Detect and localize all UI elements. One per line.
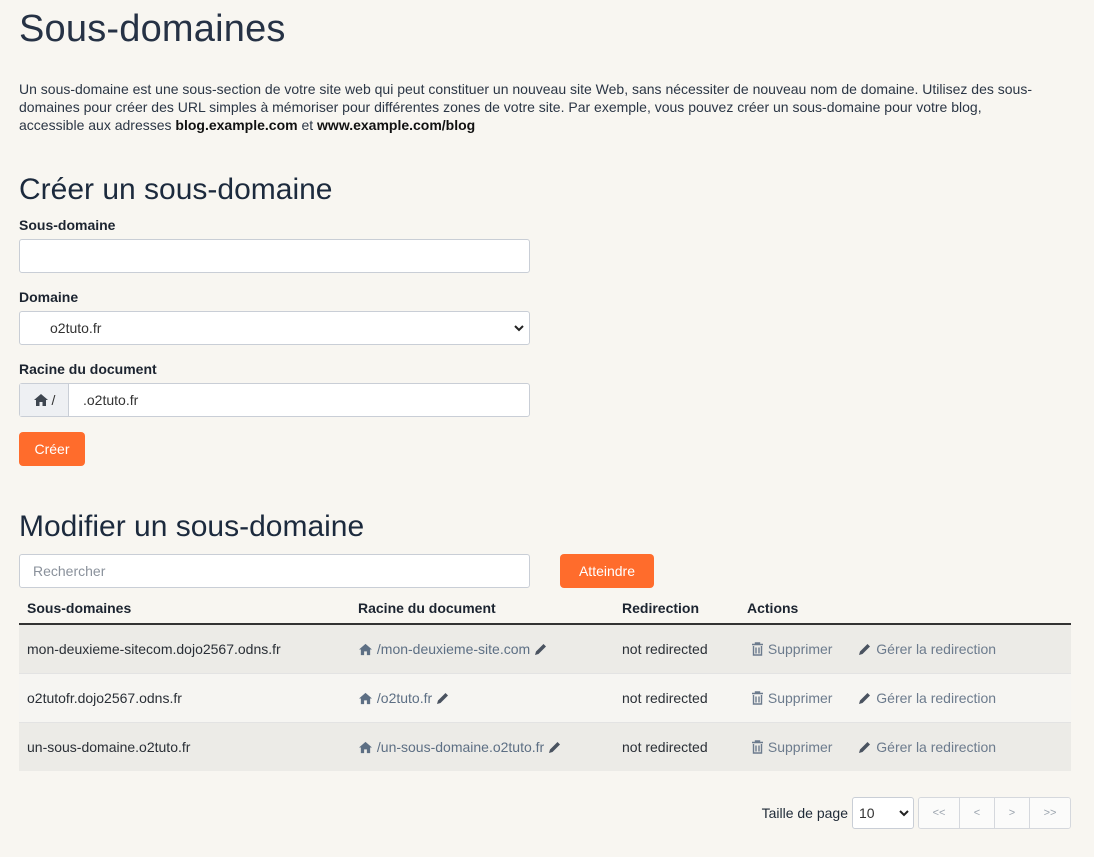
manage-redirect-button[interactable]: Gérer la redirection xyxy=(858,641,996,657)
delete-label: Supprimer xyxy=(767,641,833,657)
intro-and: et xyxy=(297,117,318,133)
pencil-icon[interactable] xyxy=(548,740,562,754)
pencil-icon xyxy=(859,693,871,704)
docroot-label: Racine du document xyxy=(19,361,157,377)
docroot-link[interactable]: /un-sous-domaine.o2tuto.fr xyxy=(358,739,548,755)
subdomain-cell: o2tutofr.dojo2567.odns.fr xyxy=(19,673,350,723)
pencil-icon xyxy=(859,644,871,655)
intro-example1: blog.example.com xyxy=(175,117,298,133)
docroot-input[interactable]: / .o2tuto.fr xyxy=(19,383,530,417)
column-header-redirection[interactable]: Redirection xyxy=(614,593,739,625)
redirection-cell: not redirected xyxy=(614,623,739,674)
manage-redirect-button[interactable]: Gérer la redirection xyxy=(858,739,996,755)
home-icon xyxy=(33,394,48,406)
chevron-down-icon xyxy=(514,325,524,332)
actions-cell: Supprimer Gérer la redirection xyxy=(739,673,1071,723)
pagination: Taille de page 10 << < > >> xyxy=(762,797,1071,829)
actions-cell: Supprimer Gérer la redirection xyxy=(739,722,1071,771)
delete-button[interactable]: Supprimer xyxy=(751,739,836,755)
docroot-link[interactable]: /mon-deuxieme-site.com xyxy=(358,641,534,657)
table-row: un-sous-domaine.o2tuto.fr /un-sous-domai… xyxy=(19,722,1071,771)
column-header-subdomains[interactable]: Sous-domaines xyxy=(19,593,350,625)
prev-page-button[interactable]: < xyxy=(959,798,994,828)
manage-redirect-button[interactable]: Gérer la redirection xyxy=(858,690,996,706)
pencil-icon xyxy=(859,742,871,753)
create-button[interactable]: Créer xyxy=(19,432,85,466)
home-icon xyxy=(359,741,372,754)
delete-button[interactable]: Supprimer xyxy=(751,641,836,657)
table-row: o2tutofr.dojo2567.odns.fr /o2tuto.fr not… xyxy=(19,673,1071,723)
domain-select-value: o2tuto.fr xyxy=(50,320,102,336)
first-page-button[interactable]: << xyxy=(919,798,959,828)
chevron-down-icon xyxy=(899,810,909,817)
subdomain-label: Sous-domaine xyxy=(19,217,116,233)
delete-label: Supprimer xyxy=(767,690,833,706)
docroot-cell: /un-sous-domaine.o2tuto.fr xyxy=(350,722,614,771)
delete-label: Supprimer xyxy=(767,739,833,755)
intro-part1: Un sous-domaine est une sous-section de … xyxy=(19,81,1032,133)
redirection-cell: not redirected xyxy=(614,722,739,771)
pager-buttons: << < > >> xyxy=(918,797,1071,829)
next-page-button[interactable]: > xyxy=(994,798,1029,828)
page-size-value: 10 xyxy=(859,805,875,821)
docroot-prefix: / xyxy=(20,384,69,416)
docroot-path: /mon-deuxieme-site.com xyxy=(376,641,531,657)
docroot-link[interactable]: /o2tuto.fr xyxy=(358,690,436,706)
modify-heading: Modifier un sous-domaine xyxy=(19,510,365,543)
actions-cell: Supprimer Gérer la redirection xyxy=(739,623,1071,674)
column-header-actions: Actions xyxy=(739,593,1071,625)
docroot-path: /un-sous-domaine.o2tuto.fr xyxy=(376,739,545,755)
domain-label: Domaine xyxy=(19,289,79,305)
manage-redirect-label: Gérer la redirection xyxy=(876,641,997,657)
table-row: mon-deuxieme-sitecom.dojo2567.odns.fr /m… xyxy=(19,623,1071,674)
manage-redirect-label: Gérer la redirection xyxy=(876,690,997,706)
trash-icon xyxy=(752,642,763,656)
domain-select[interactable]: o2tuto.fr xyxy=(19,311,530,345)
docroot-path: /o2tuto.fr xyxy=(376,690,433,706)
search-input[interactable]: Rechercher xyxy=(19,554,530,588)
create-heading: Créer un sous-domaine xyxy=(19,173,333,206)
home-icon xyxy=(359,643,372,656)
manage-redirect-label: Gérer la redirection xyxy=(876,739,997,755)
subdomain-cell: un-sous-domaine.o2tuto.fr xyxy=(19,722,350,771)
docroot-value: .o2tuto.fr xyxy=(83,392,139,408)
go-button[interactable]: Atteindre xyxy=(560,554,654,588)
home-icon xyxy=(359,692,372,705)
pencil-icon[interactable] xyxy=(534,642,548,656)
page-title: Sous-domaines xyxy=(19,8,286,50)
trash-icon xyxy=(752,740,763,754)
trash-icon xyxy=(752,691,763,705)
docroot-cell: /mon-deuxieme-site.com xyxy=(350,623,614,674)
subdomains-table: Sous-domaines Racine du document Redirec… xyxy=(19,593,1071,771)
intro-text: Un sous-domaine est une sous-section de … xyxy=(19,80,1049,134)
page-size-label: Taille de page xyxy=(761,805,848,821)
pencil-icon[interactable] xyxy=(436,691,450,705)
subdomain-cell: mon-deuxieme-sitecom.dojo2567.odns.fr xyxy=(19,623,350,674)
last-page-button[interactable]: >> xyxy=(1029,798,1070,828)
table-header-row: Sous-domaines Racine du document Redirec… xyxy=(19,593,1071,625)
redirection-cell: not redirected xyxy=(614,673,739,723)
column-header-docroot[interactable]: Racine du document xyxy=(350,593,614,625)
subdomain-input[interactable] xyxy=(19,239,530,273)
docroot-slash: / xyxy=(51,392,56,408)
docroot-cell: /o2tuto.fr xyxy=(350,673,614,723)
intro-example2: www.example.com/blog xyxy=(317,117,476,133)
delete-button[interactable]: Supprimer xyxy=(751,690,836,706)
page-size-select[interactable]: 10 xyxy=(852,797,914,829)
